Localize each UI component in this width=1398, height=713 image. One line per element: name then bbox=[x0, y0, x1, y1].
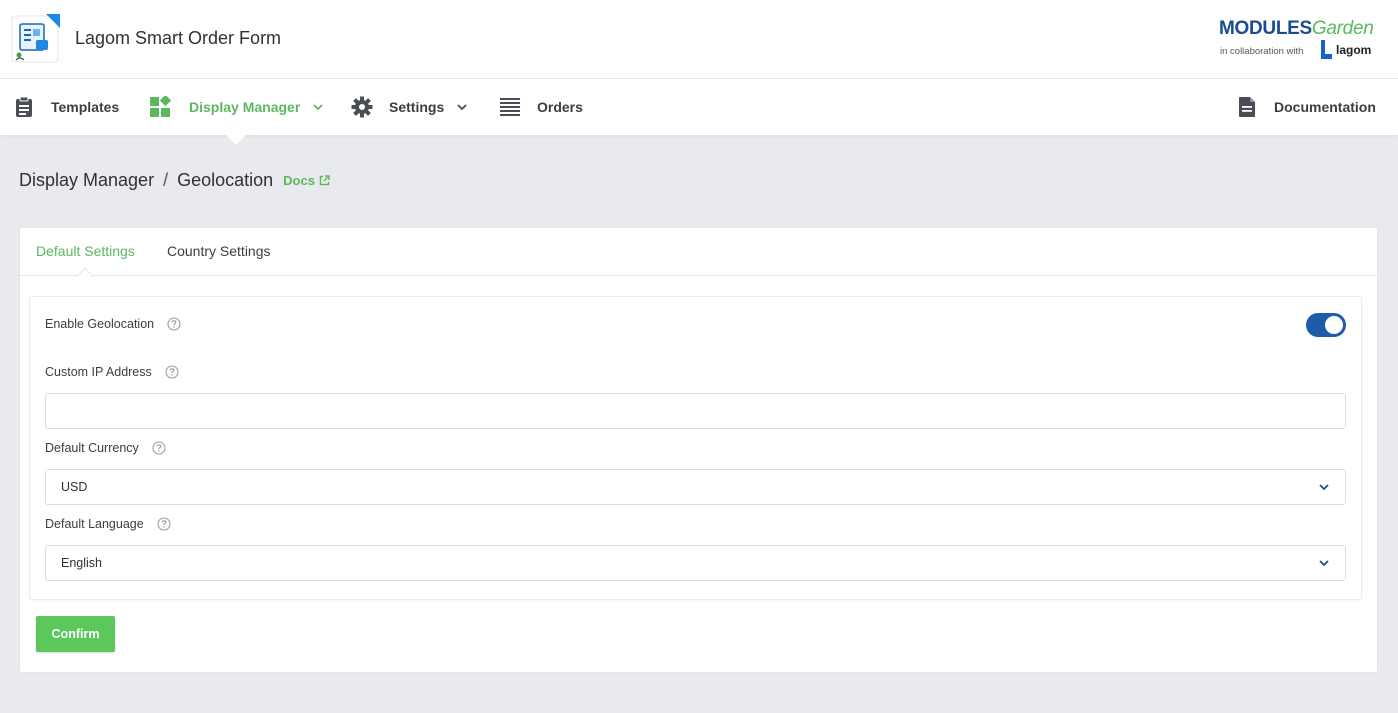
confirm-button[interactable]: Confirm bbox=[36, 616, 115, 652]
custom-ip-input[interactable] bbox=[45, 393, 1346, 429]
tab-country-settings[interactable]: Country Settings bbox=[167, 243, 271, 259]
default-language-label: Default Language bbox=[45, 517, 171, 531]
nav-templates-label: Templates bbox=[51, 99, 120, 115]
brand-collab-text: in collaboration with bbox=[1220, 46, 1304, 57]
modulesgarden-logo: MODULESGarden in collaboration with lago… bbox=[1219, 14, 1379, 62]
breadcrumb-parent[interactable]: Display Manager bbox=[19, 170, 154, 191]
chevron-down-icon bbox=[1318, 557, 1330, 569]
breadcrumb: Display Manager / Geolocation Docs bbox=[19, 170, 330, 191]
default-currency-value: USD bbox=[61, 480, 88, 494]
nav-templates[interactable]: Templates bbox=[13, 79, 119, 135]
tab-bar: Default Settings Country Settings bbox=[20, 228, 1377, 285]
nav-settings[interactable]: Settings bbox=[351, 79, 468, 135]
default-language-value: English bbox=[61, 556, 102, 570]
default-language-text: Default Language bbox=[45, 517, 144, 531]
custom-ip-text: Custom IP Address bbox=[45, 365, 152, 379]
chevron-down-icon bbox=[1318, 481, 1330, 493]
breadcrumb-separator: / bbox=[163, 170, 169, 190]
custom-ip-label: Custom IP Address bbox=[45, 365, 179, 379]
clipboard-icon bbox=[13, 96, 35, 118]
docs-link-label: Docs bbox=[283, 173, 315, 188]
default-currency-text: Default Currency bbox=[45, 441, 139, 455]
docs-link[interactable]: Docs bbox=[283, 173, 330, 188]
enable-geolocation-label: Enable Geolocation bbox=[45, 317, 181, 331]
lagom-logo: lagom bbox=[1319, 40, 1371, 60]
lagom-mark-icon bbox=[1321, 40, 1332, 59]
default-currency-select[interactable]: USD bbox=[45, 469, 1346, 505]
breadcrumb-current: Geolocation bbox=[177, 170, 274, 190]
nav-documentation-label: Documentation bbox=[1274, 99, 1376, 115]
active-tab-pointer bbox=[76, 267, 94, 285]
widgets-icon bbox=[149, 96, 171, 118]
list-icon bbox=[499, 96, 521, 118]
gear-icon bbox=[351, 96, 373, 118]
nav-orders[interactable]: Orders bbox=[499, 79, 583, 135]
document-icon bbox=[1236, 96, 1258, 118]
toggle-knob bbox=[1325, 316, 1343, 334]
nav-settings-label: Settings bbox=[389, 99, 445, 115]
nav-display-manager-label: Display Manager bbox=[189, 99, 301, 115]
geolocation-panel: Default Settings Country Settings Enable… bbox=[19, 227, 1378, 673]
help-icon[interactable] bbox=[152, 441, 166, 455]
enable-geolocation-toggle[interactable] bbox=[1306, 313, 1346, 337]
help-icon[interactable] bbox=[165, 365, 179, 379]
tab-default-settings[interactable]: Default Settings bbox=[36, 243, 135, 259]
app-title: Lagom Smart Order Form bbox=[75, 28, 282, 48]
help-icon[interactable] bbox=[167, 317, 181, 331]
chevron-down-icon bbox=[456, 101, 468, 113]
brand-wordmark: MODULESGarden bbox=[1219, 18, 1374, 39]
settings-card: Enable Geolocation Custom IP Address Def… bbox=[29, 296, 1362, 600]
main-nav: Templates Display Manager Settings Order… bbox=[0, 79, 1398, 135]
top-bar: Lagom Smart Order Form MODULESGarden in … bbox=[0, 0, 1398, 79]
help-icon[interactable] bbox=[157, 517, 171, 531]
enable-geolocation-text: Enable Geolocation bbox=[45, 317, 155, 331]
nav-orders-label: Orders bbox=[537, 99, 583, 115]
default-language-select[interactable]: English bbox=[45, 545, 1346, 581]
default-currency-label: Default Currency bbox=[45, 441, 166, 455]
chevron-down-icon bbox=[312, 101, 324, 113]
nav-documentation[interactable]: Documentation bbox=[1236, 79, 1376, 135]
external-link-icon bbox=[319, 175, 330, 186]
order-form-app-icon bbox=[10, 14, 60, 64]
